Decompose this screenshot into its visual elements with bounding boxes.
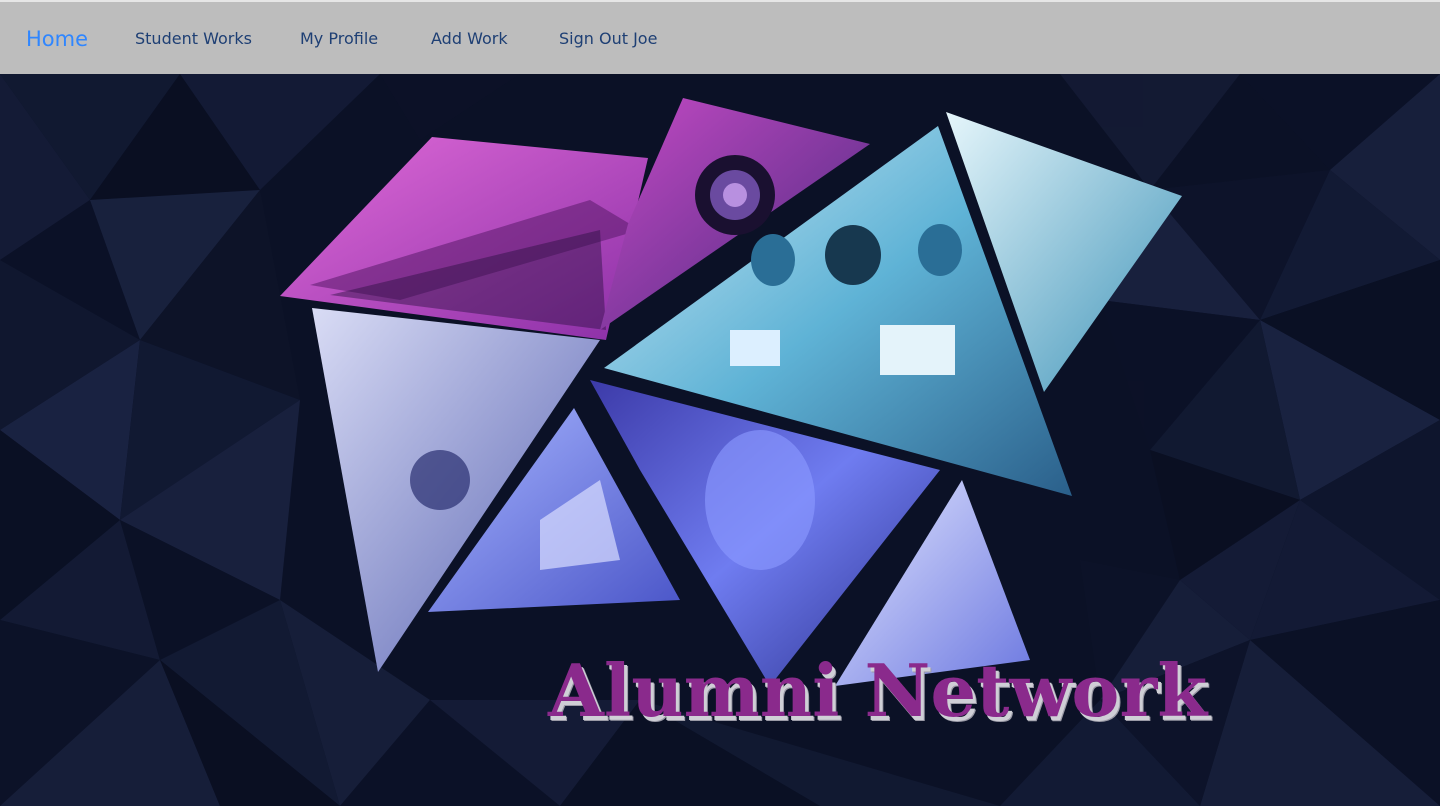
nav-add-work-link[interactable]: Add Work <box>431 2 508 76</box>
nav-sign-out-link[interactable]: Sign Out Joe <box>559 2 657 76</box>
nav-student-works-link[interactable]: Student Works <box>135 2 252 76</box>
hero-banner: Alumni Network <box>0 74 1440 806</box>
nav-home-link[interactable]: Home <box>26 2 88 76</box>
nav-my-profile-link[interactable]: My Profile <box>300 2 378 76</box>
hero-title: Alumni Network <box>548 648 1208 733</box>
top-navigation-bar: Home Student Works My Profile Add Work S… <box>0 0 1440 74</box>
